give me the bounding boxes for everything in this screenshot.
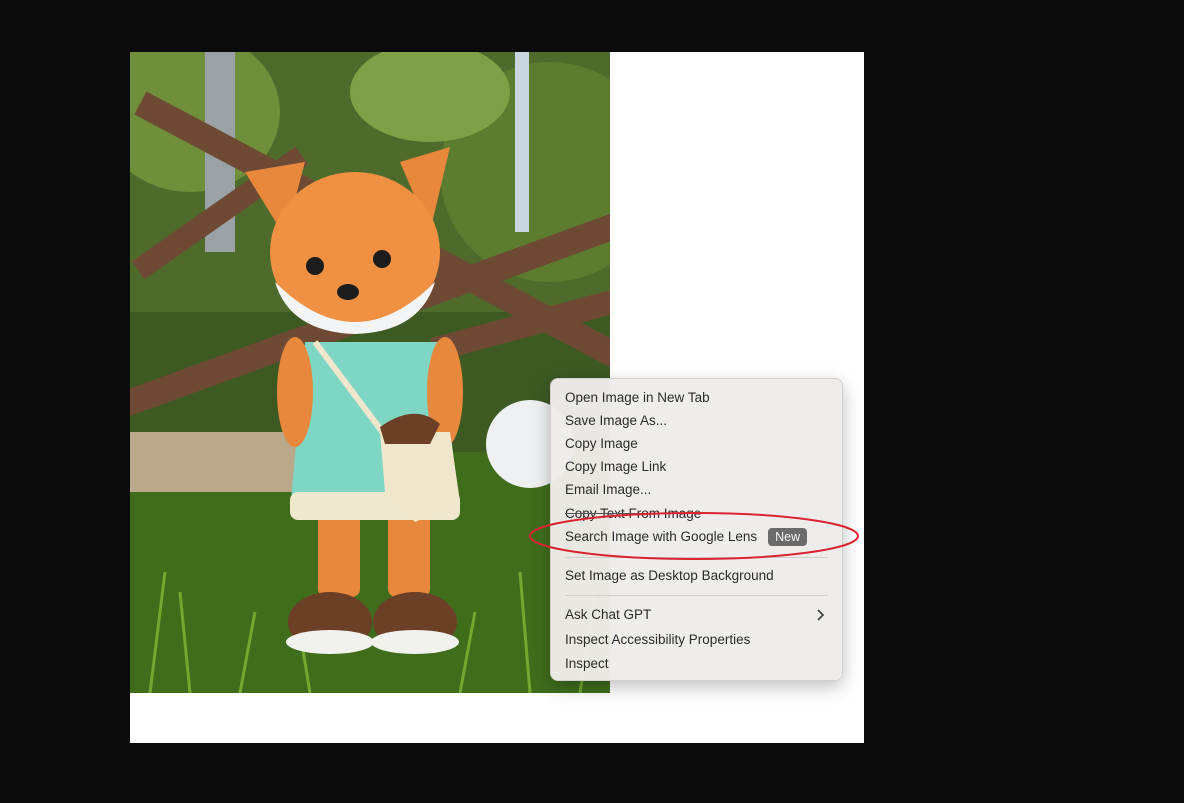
context-menu: Open Image in New Tab Save Image As... C…: [550, 378, 843, 681]
menu-item-copy-text-from-image[interactable]: Copy Text From Image: [565, 503, 832, 525]
menu-item-save-image-as[interactable]: Save Image As...: [565, 410, 832, 432]
menu-item-label: Copy Image Link: [565, 459, 667, 475]
menu-item-label: Copy Image: [565, 436, 638, 452]
menu-separator: [565, 557, 828, 558]
new-badge: New: [768, 528, 808, 547]
menu-item-label: Set Image as Desktop Background: [565, 568, 774, 584]
menu-item-label: Inspect: [565, 656, 609, 672]
menu-item-open-image-new-tab[interactable]: Open Image in New Tab: [565, 387, 832, 409]
fox-doll-photo[interactable]: [130, 52, 610, 693]
menu-item-inspect[interactable]: Inspect: [565, 653, 832, 675]
menu-item-copy-image-link[interactable]: Copy Image Link: [565, 456, 832, 478]
chevron-right-icon: [816, 604, 826, 632]
menu-separator: [565, 595, 828, 596]
menu-item-email-image[interactable]: Email Image...: [565, 479, 832, 501]
menu-item-label: Search Image with Google Lens: [565, 529, 758, 545]
menu-item-label: Copy Text From Image: [565, 506, 702, 522]
menu-item-label: Save Image As...: [565, 413, 668, 429]
menu-item-search-google-lens[interactable]: Search Image with Google Lens New: [565, 526, 832, 548]
menu-item-label: Email Image...: [565, 482, 652, 498]
menu-item-inspect-accessibility[interactable]: Inspect Accessibility Properties: [565, 629, 832, 651]
menu-item-label: Ask Chat GPT: [565, 607, 652, 623]
menu-item-label: Inspect Accessibility Properties: [565, 632, 751, 648]
menu-item-label: Open Image in New Tab: [565, 390, 710, 406]
menu-item-copy-image[interactable]: Copy Image: [565, 433, 832, 455]
menu-item-set-desktop-background[interactable]: Set Image as Desktop Background: [565, 565, 832, 587]
menu-item-ask-chat-gpt[interactable]: Ask Chat GPT: [565, 604, 832, 626]
